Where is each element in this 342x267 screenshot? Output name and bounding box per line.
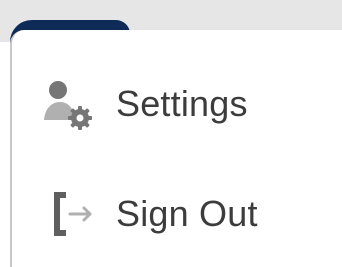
user-settings-icon: [40, 72, 116, 136]
menu-item-sign-out[interactable]: Sign Out: [40, 182, 340, 246]
menu-screen: Settings Sign Out: [0, 0, 342, 267]
sign-out-icon: [40, 182, 116, 246]
menu-item-settings[interactable]: Settings: [40, 72, 340, 136]
menu-item-label-settings: Settings: [116, 83, 248, 124]
menu-item-label-sign-out: Sign Out: [116, 193, 258, 234]
